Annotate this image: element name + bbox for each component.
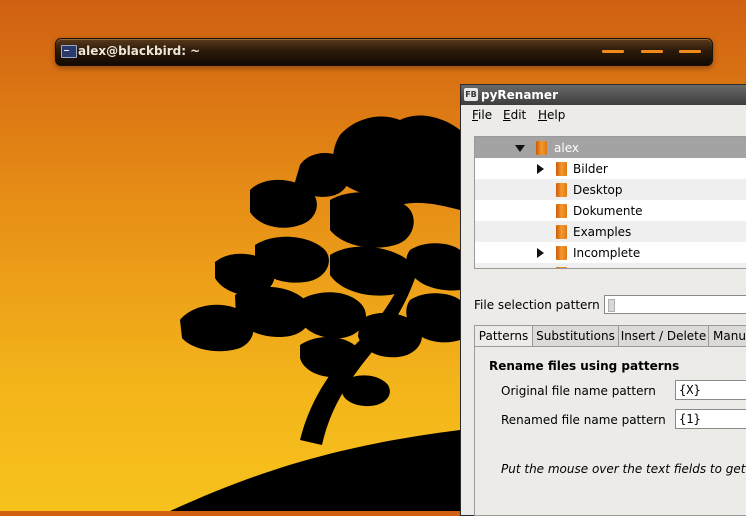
- tree-item-label: Incomplete: [573, 246, 641, 260]
- tree-item-label: Examples: [573, 225, 632, 239]
- expander-collapsed-icon[interactable]: [537, 164, 544, 174]
- tree-item-label: Desktop: [573, 183, 623, 197]
- window-title: pyRenamer: [481, 88, 558, 102]
- menu-edit-mnemonic: E: [503, 108, 511, 122]
- menu-help-mnemonic: H: [538, 108, 548, 122]
- expander-collapsed-icon[interactable]: [537, 248, 544, 258]
- tab-label: Patterns: [478, 329, 529, 343]
- original-pattern-label: Original file name pattern: [501, 384, 656, 398]
- tree-row-partial[interactable]: [475, 263, 746, 268]
- original-pattern-input[interactable]: {X}: [675, 380, 746, 400]
- folder-icon: [556, 204, 567, 218]
- pyrenamer-window: FB pyRenamer File Edit Help alex Bilder …: [460, 84, 746, 516]
- hint-text: Put the mouse over the text fields to ge…: [501, 462, 746, 476]
- expander-expanded-icon[interactable]: [515, 145, 525, 152]
- tab-bar: Patterns Substitutions Insert / Delete M…: [474, 325, 746, 347]
- menu-help-rest: elp: [547, 108, 566, 122]
- renamed-pattern-input[interactable]: {1}: [675, 409, 746, 429]
- menu-file[interactable]: File: [472, 108, 492, 122]
- tree-row-desktop[interactable]: Desktop: [475, 179, 746, 200]
- folder-icon: [556, 267, 567, 268]
- tree-row-examples[interactable]: Examples: [475, 221, 746, 242]
- renamed-pattern-label: Renamed file name pattern: [501, 413, 666, 427]
- tree-row-dokumente[interactable]: Dokumente: [475, 200, 746, 221]
- original-pattern-value: {X}: [679, 383, 701, 397]
- maximize-button[interactable]: [641, 50, 663, 53]
- menu-edit[interactable]: Edit: [503, 108, 526, 122]
- menu-bar: File Edit Help: [461, 105, 746, 125]
- tree-row-bilder[interactable]: Bilder: [475, 158, 746, 179]
- tab-label: Substitutions: [536, 329, 615, 343]
- folder-icon: [556, 225, 567, 239]
- terminal-title: alex@blackbird: ~: [78, 44, 201, 58]
- tree-item-label: alex: [554, 141, 579, 155]
- text-cursor: [608, 299, 615, 312]
- folder-icon: [556, 183, 567, 197]
- menu-edit-rest: dit: [510, 108, 527, 122]
- terminal-titlebar[interactable]: alex@blackbird: ~: [55, 38, 713, 66]
- tab-insert-delete[interactable]: Insert / Delete: [618, 325, 709, 346]
- minimize-button[interactable]: [602, 50, 624, 53]
- tab-label: Manua: [713, 329, 746, 343]
- tab-manual[interactable]: Manua: [708, 325, 746, 346]
- tree-row-incomplete[interactable]: Incomplete: [475, 242, 746, 263]
- folder-icon: [556, 162, 567, 176]
- close-button[interactable]: [679, 50, 701, 53]
- patterns-panel: Rename files using patterns Original fil…: [474, 346, 746, 516]
- panel-heading: Rename files using patterns: [489, 359, 680, 373]
- tree-foliage: [180, 115, 460, 407]
- file-selection-label: File selection pattern: [474, 298, 600, 312]
- tab-label: Insert / Delete: [620, 329, 707, 343]
- renamed-pattern-value: {1}: [679, 412, 701, 426]
- directory-tree[interactable]: alex Bilder Desktop Dokumente Examples I…: [474, 136, 746, 269]
- pyrenamer-app-icon[interactable]: FB: [464, 88, 478, 101]
- tab-substitutions[interactable]: Substitutions: [532, 325, 619, 346]
- folder-icon: [536, 141, 547, 155]
- tree-row-alex[interactable]: alex: [475, 137, 746, 158]
- tree-item-label: Bilder: [573, 162, 608, 176]
- folder-icon: [556, 246, 567, 260]
- menu-help[interactable]: Help: [538, 108, 565, 122]
- terminal-icon: [61, 45, 77, 58]
- tree-item-label: Dokumente: [573, 204, 643, 218]
- tab-patterns[interactable]: Patterns: [474, 325, 533, 347]
- file-selection-input[interactable]: [604, 295, 746, 314]
- menu-file-rest: ile: [478, 108, 493, 122]
- pyrenamer-titlebar[interactable]: FB pyRenamer: [461, 85, 746, 105]
